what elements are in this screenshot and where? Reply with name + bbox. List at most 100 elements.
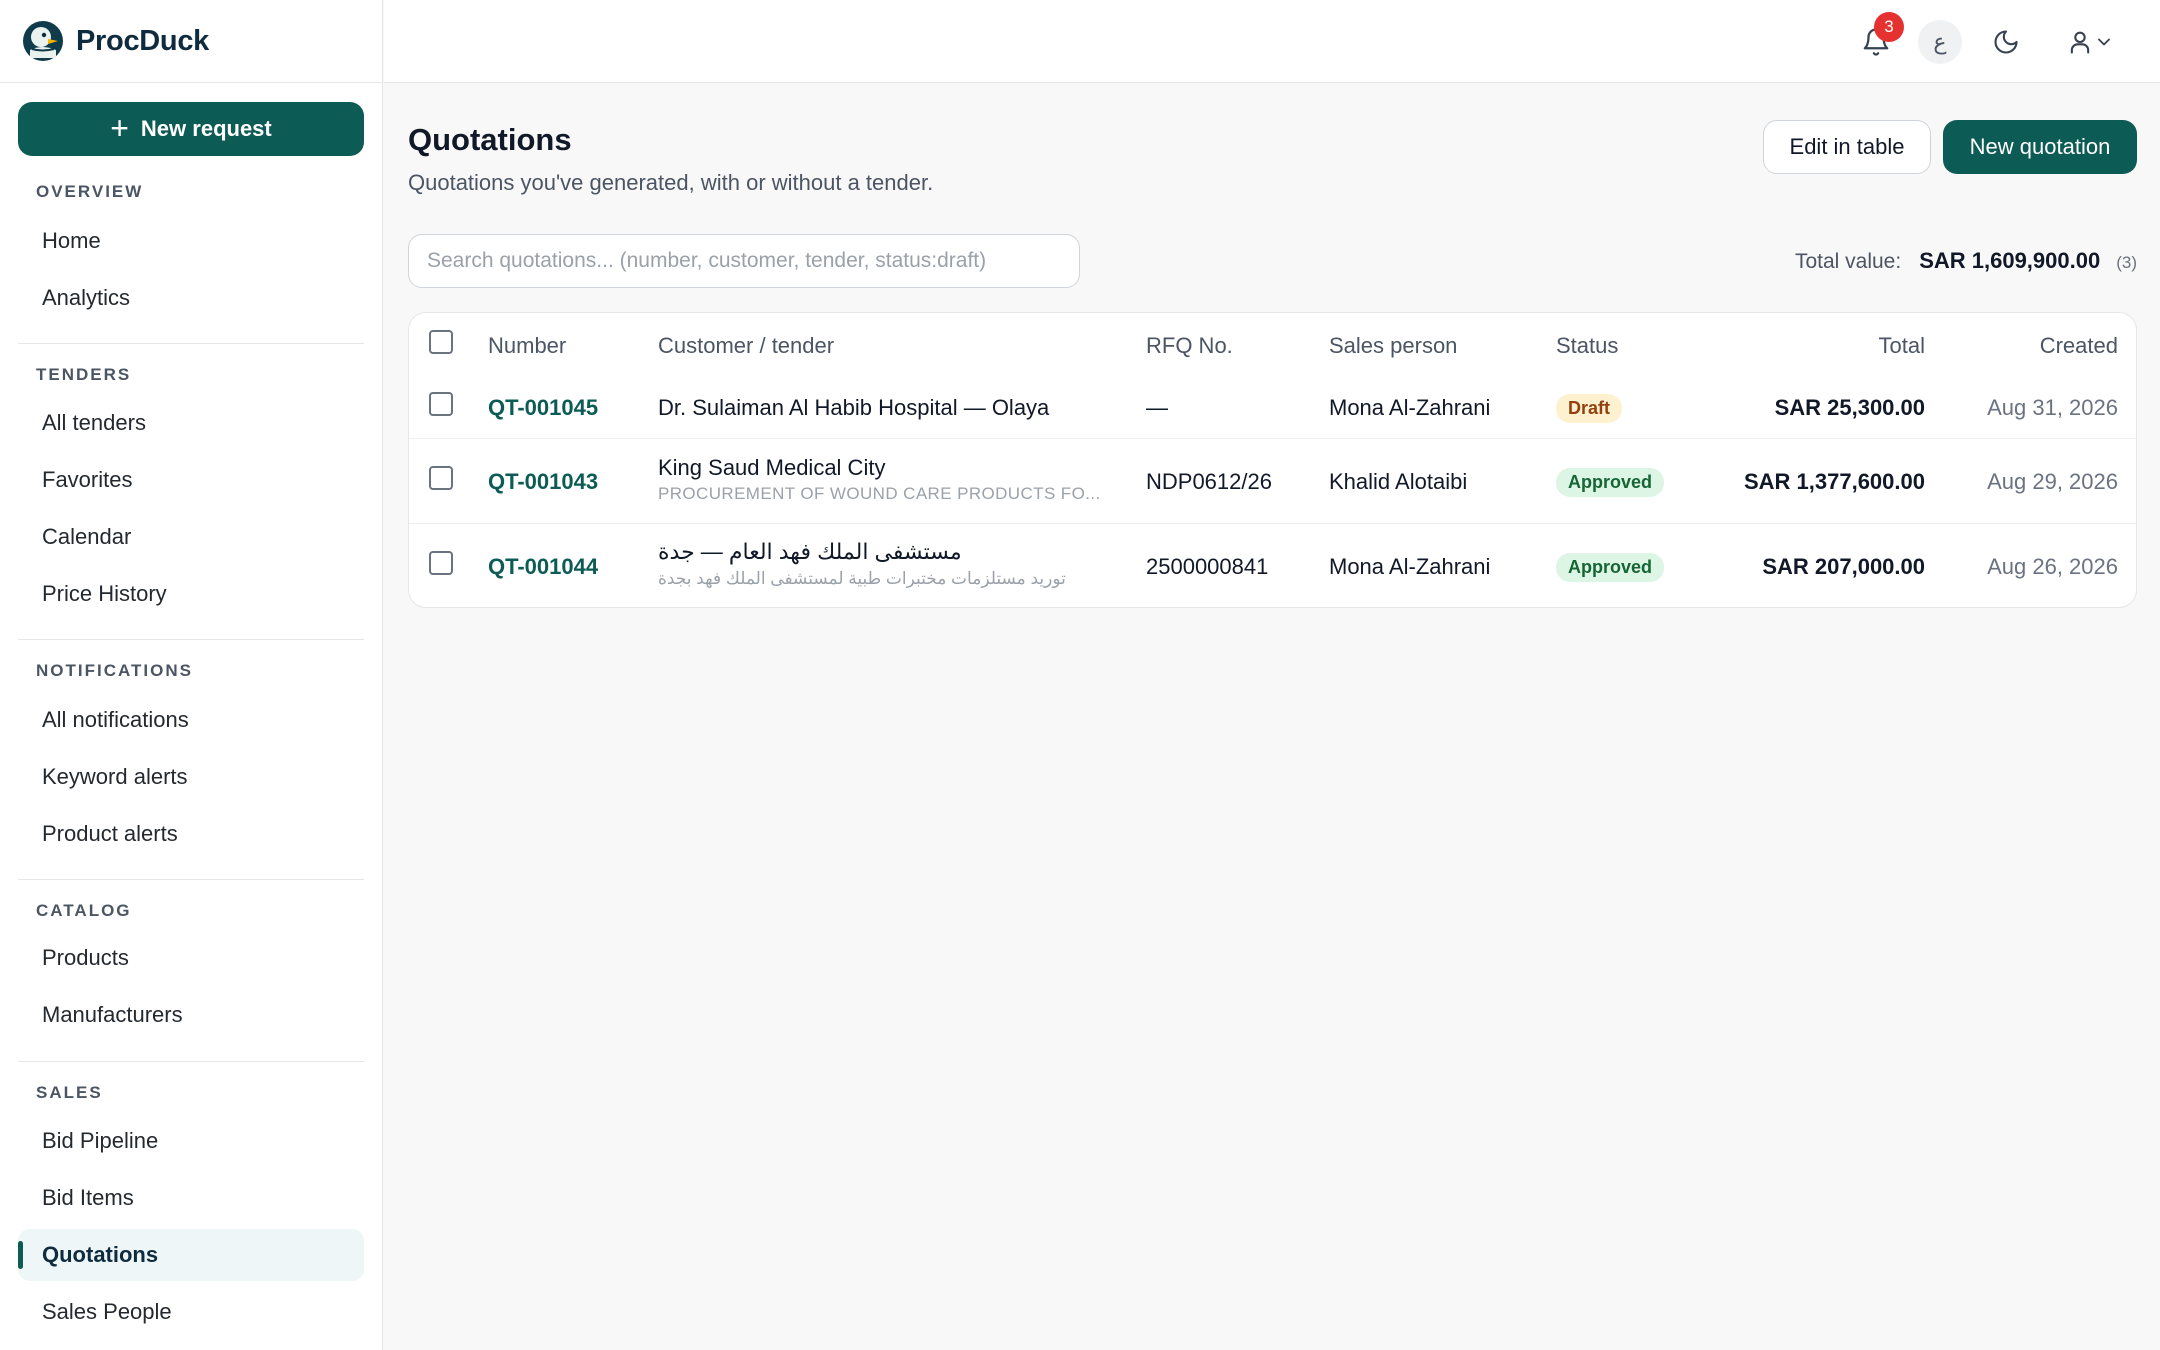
header-total[interactable]: Total — [1879, 333, 1925, 359]
chevron-down-icon — [2098, 38, 2110, 46]
notifications-button[interactable]: 3 — [1854, 12, 1904, 64]
quotation-number-link[interactable]: QT-001044 — [488, 554, 598, 580]
created-date: Aug 26, 2026 — [1987, 554, 2118, 579]
sales-person: Khalid Alotaibi — [1329, 469, 1468, 494]
search-input[interactable] — [408, 234, 1080, 288]
created-date: Aug 29, 2026 — [1987, 469, 2118, 494]
sidebar-item-label: Calendar — [42, 524, 132, 549]
header-rfq[interactable]: RFQ No. — [1146, 333, 1233, 359]
row-checkbox[interactable] — [429, 392, 453, 416]
sidebar-item-keyword-alerts[interactable]: Keyword alerts — [18, 751, 364, 803]
table-header: Number Customer / tender RFQ No. Sales p… — [409, 313, 2136, 377]
select-all-checkbox[interactable] — [429, 330, 453, 354]
sidebar-item-price-history[interactable]: Price History — [18, 568, 364, 620]
header-created[interactable]: Created — [2040, 333, 2118, 359]
sidebar-item-label: Keyword alerts — [42, 764, 188, 789]
status-badge: Draft — [1556, 394, 1623, 423]
sidebar-item-favorites[interactable]: Favorites — [18, 454, 364, 506]
topbar: 3 ع — [384, 0, 2160, 83]
sidebar-item-label: Price History — [42, 581, 167, 606]
tender-title: PROCUREMENT OF WOUND CARE PRODUCTS FO... — [658, 484, 1101, 503]
quotation-total: SAR 1,377,600.00 — [1743, 469, 1925, 494]
page-title: Quotations — [408, 122, 572, 157]
new-quotation-button[interactable]: New quotation — [1943, 120, 2137, 174]
new-request-button[interactable]: + New request — [18, 102, 364, 156]
row-checkbox[interactable] — [429, 466, 453, 490]
sidebar-item-home[interactable]: Home — [18, 215, 364, 267]
total-value: SAR 1,609,900.00 — [1919, 248, 2101, 273]
sidebar-item-label: Favorites — [42, 467, 133, 492]
status-badge: Approved — [1556, 553, 1665, 582]
rfq-number: 2500000841 — [1146, 554, 1269, 579]
quotations-table: Number Customer / tender RFQ No. Sales p… — [408, 312, 2137, 608]
quotation-number-link[interactable]: QT-001043 — [488, 469, 598, 495]
section-title-overview: OVERVIEW — [36, 182, 144, 201]
status-badge: Approved — [1556, 468, 1665, 497]
sidebar-item-bid-items[interactable]: Bid Items — [18, 1172, 364, 1224]
app-name: ProcDuck — [76, 24, 209, 57]
section-title-catalog: CATALOG — [36, 901, 132, 920]
rfq-number: — — [1146, 395, 1168, 420]
section-title-notifications: NOTIFICATIONS — [36, 661, 193, 680]
sidebar-item-manufacturers[interactable]: Manufacturers — [18, 989, 364, 1041]
user-icon — [2070, 31, 2090, 54]
page-subtitle: Quotations you've generated, with or wit… — [408, 170, 934, 195]
sidebar-item-all-tenders[interactable]: All tenders — [18, 397, 364, 449]
sidebar-item-all-notifications[interactable]: All notifications — [18, 694, 364, 746]
notification-count-badge: 3 — [1874, 12, 1904, 42]
sidebar: ProcDuck + New request OVERVIEW Home Ana… — [0, 0, 383, 1350]
sidebar-item-label: Product alerts — [42, 821, 178, 846]
table-row[interactable]: QT-001044 مستشفى الملك فهد العام — جدة ت… — [409, 523, 2136, 608]
divider — [18, 639, 364, 640]
sales-person: Mona Al-Zahrani — [1329, 395, 1491, 420]
total-label: Total value: — [1794, 250, 1902, 273]
total-summary: Total value: SAR 1,609,900.00 (3) — [1795, 248, 2137, 274]
sidebar-item-quotations[interactable]: Quotations — [18, 1229, 364, 1281]
sidebar-item-label: Sales People — [42, 1299, 172, 1324]
quotation-total: SAR 25,300.00 — [1774, 395, 1925, 420]
sidebar-item-label: Products — [42, 945, 129, 970]
section-title-sales: SALES — [36, 1083, 103, 1102]
divider — [18, 343, 364, 344]
user-menu-button[interactable] — [2060, 20, 2120, 64]
divider — [18, 1061, 364, 1062]
sidebar-item-calendar[interactable]: Calendar — [18, 511, 364, 563]
header-status[interactable]: Status — [1556, 333, 1618, 359]
brand[interactable]: ProcDuck — [0, 0, 382, 83]
sidebar-item-label: Bid Pipeline — [42, 1128, 159, 1153]
sidebar-item-sales-people[interactable]: Sales People — [18, 1286, 364, 1338]
sidebar-item-label: Home — [42, 228, 101, 253]
sidebar-item-label: All notifications — [42, 707, 189, 732]
sidebar-item-label: Analytics — [42, 285, 131, 310]
header-sales-person[interactable]: Sales person — [1329, 333, 1457, 359]
section-title-tenders: TENDERS — [36, 365, 132, 384]
quotation-total: SAR 207,000.00 — [1762, 554, 1925, 579]
language-toggle-label: ع — [1933, 29, 1947, 54]
sidebar-item-products[interactable]: Products — [18, 932, 364, 984]
header-customer[interactable]: Customer / tender — [658, 333, 834, 359]
sidebar-item-product-alerts[interactable]: Product alerts — [18, 808, 364, 860]
sidebar-item-label: All tenders — [42, 410, 146, 435]
table-row[interactable]: QT-001043 King Saud Medical City PROCURE… — [409, 438, 2136, 523]
divider — [18, 879, 364, 880]
sidebar-item-label: Quotations — [42, 1242, 159, 1267]
duck-logo-icon — [23, 21, 63, 61]
language-toggle-button[interactable]: ع — [1918, 20, 1962, 64]
moon-icon — [1994, 30, 2018, 54]
total-count: (3) — [2116, 253, 2137, 272]
sidebar-item-bid-pipeline[interactable]: Bid Pipeline — [18, 1115, 364, 1167]
sales-person: Mona Al-Zahrani — [1329, 554, 1491, 579]
created-date: Aug 31, 2026 — [1987, 395, 2118, 420]
sidebar-item-analytics[interactable]: Analytics — [18, 272, 364, 324]
sidebar-item-label: Bid Items — [42, 1185, 134, 1210]
header-number[interactable]: Number — [488, 333, 566, 359]
edit-in-table-button[interactable]: Edit in table — [1763, 120, 1931, 174]
theme-toggle-button[interactable] — [1984, 20, 2028, 64]
sidebar-item-label: Manufacturers — [42, 1002, 183, 1027]
rfq-number: NDP0612/26 — [1146, 469, 1272, 494]
customer-name: مستشفى الملك فهد العام — جدة — [658, 539, 962, 564]
plus-icon: + — [110, 109, 129, 146]
quotation-number-link[interactable]: QT-001045 — [488, 395, 598, 421]
row-checkbox[interactable] — [429, 551, 453, 575]
customer-name: Dr. Sulaiman Al Habib Hospital — Olaya — [658, 395, 1050, 420]
